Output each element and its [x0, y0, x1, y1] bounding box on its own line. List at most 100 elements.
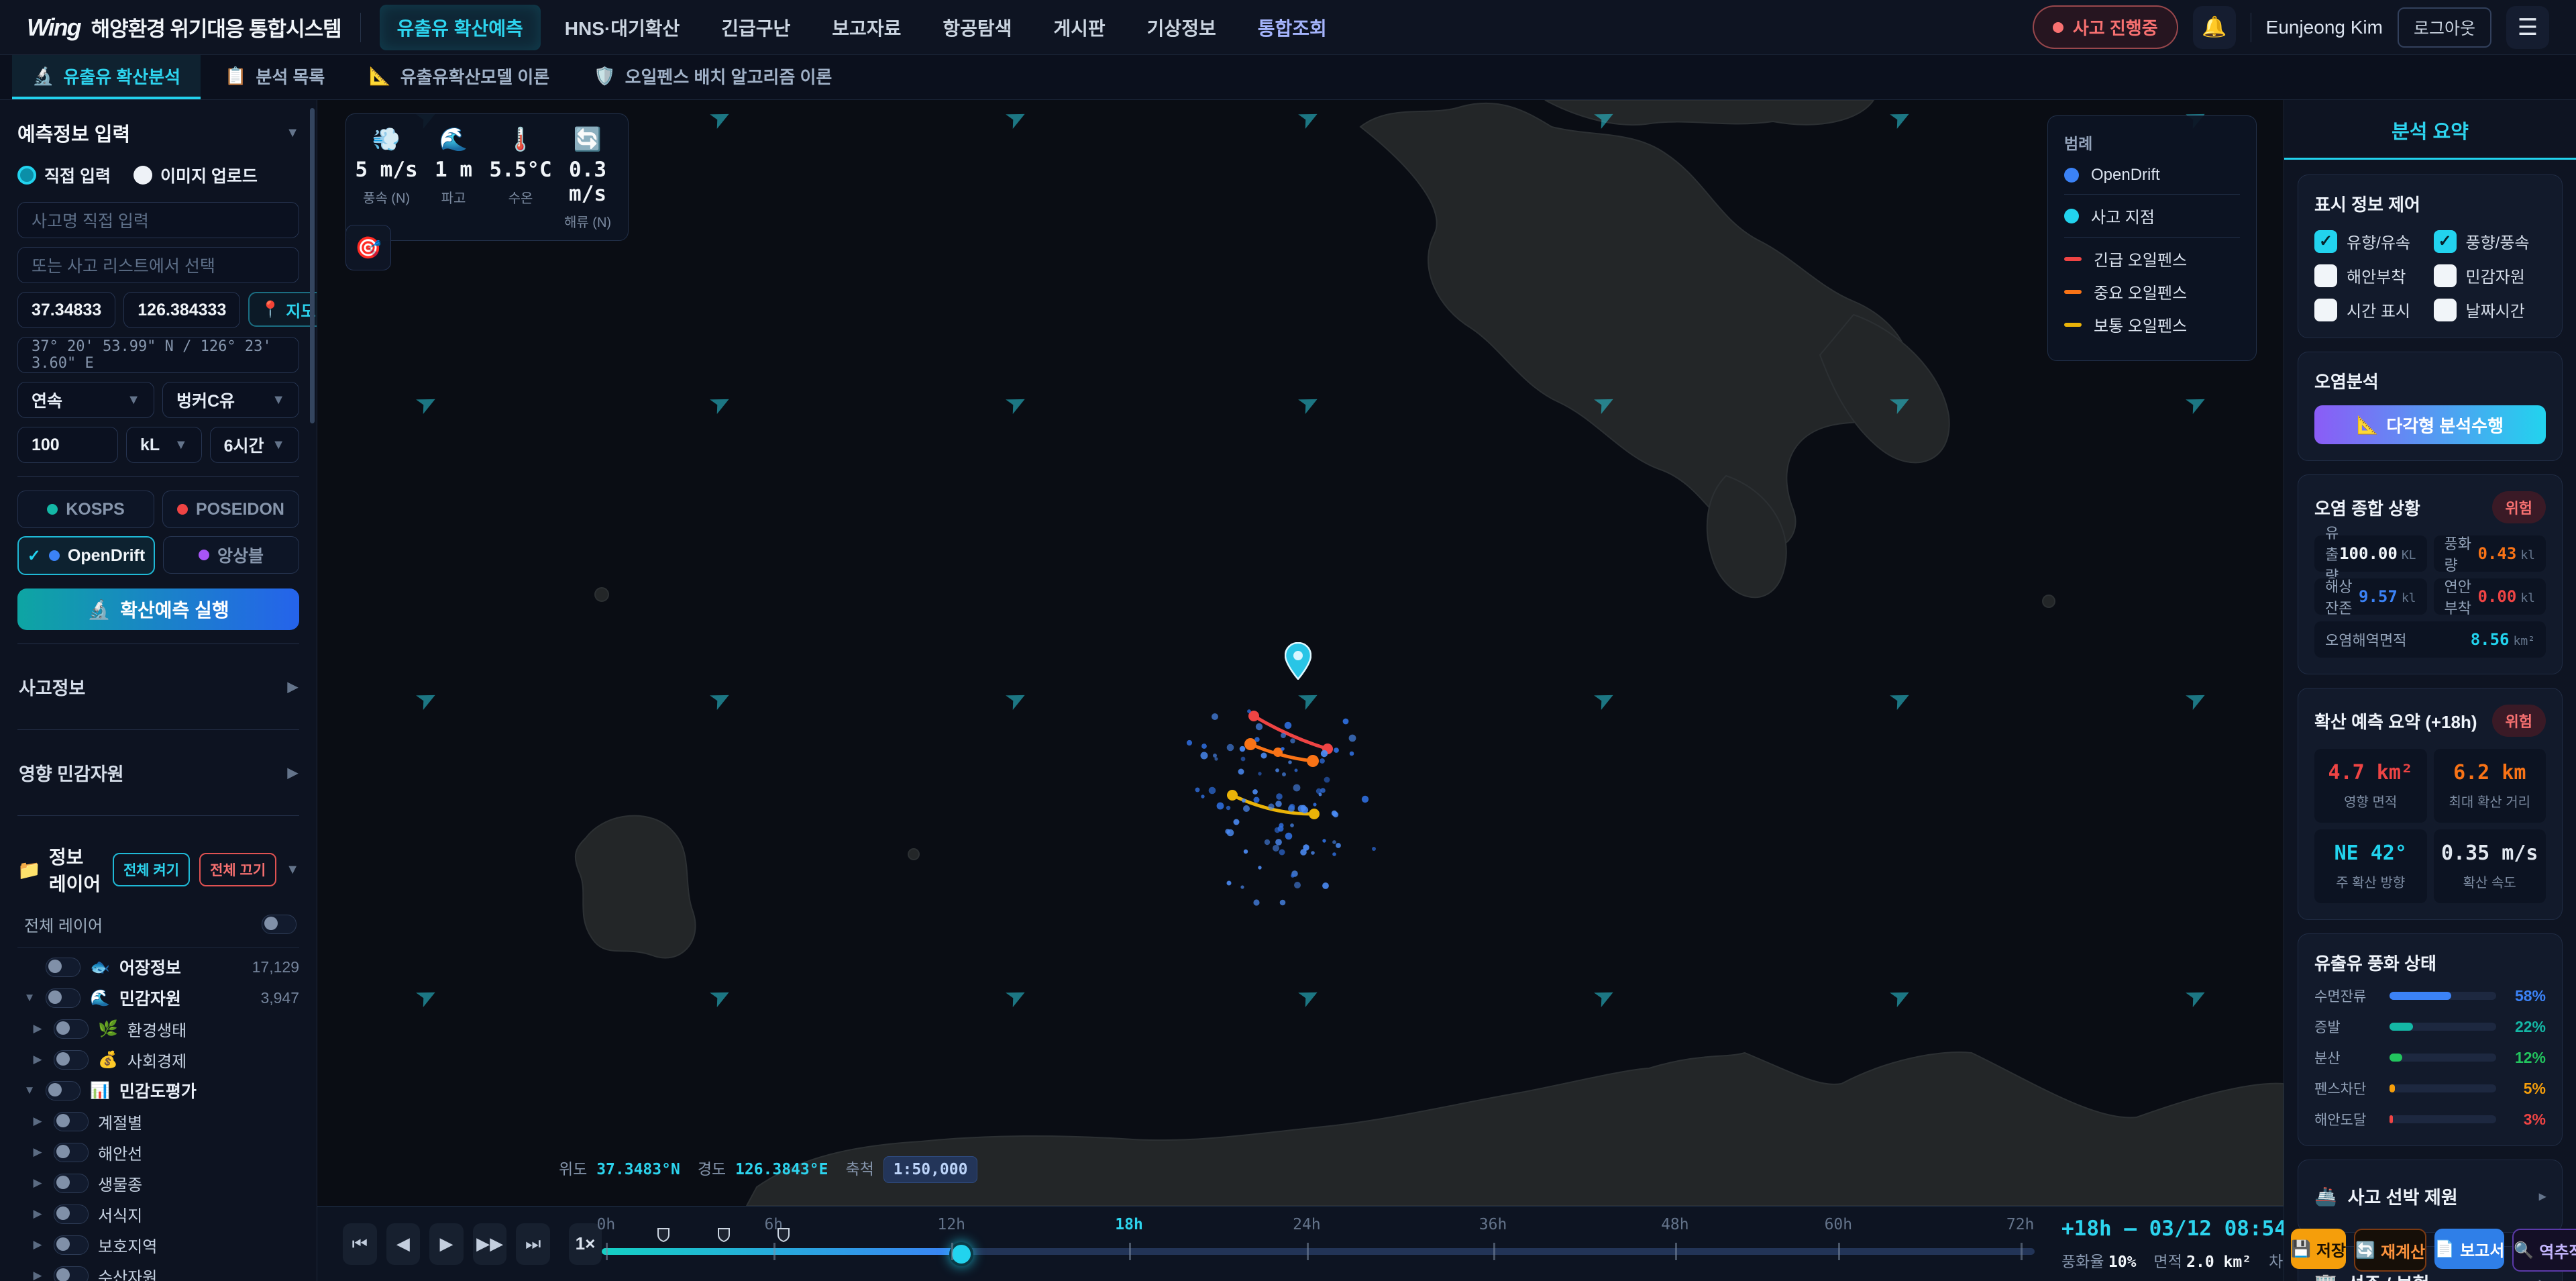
checkbox-label: 날짜시간 [2466, 298, 2525, 321]
timeline-tick [1838, 1243, 1840, 1260]
재계산-icon: 🔄 [2355, 1241, 2375, 1260]
ship-spec-card[interactable]: 🚢 사고 선박 제원 ▸ [2298, 1160, 2563, 1233]
skip-end-button[interactable]: ⏭ [516, 1223, 550, 1265]
bar-label: 증발 [2314, 1017, 2379, 1037]
layer-toggle-계절별[interactable] [54, 1112, 89, 1131]
layer-toggle-수산자원[interactable] [54, 1266, 89, 1281]
checkbox-label: 시간 표시 [2347, 298, 2410, 321]
timeline-track[interactable] [602, 1248, 2035, 1255]
nav-item-보고자료[interactable]: 보고자료 [814, 5, 918, 50]
map-canvas[interactable]: ➤➤➤➤➤➤➤➤➤➤➤➤➤➤➤➤➤➤➤➤➤➤➤➤➤➤➤➤ 💨5 m/s풍속 (N… [317, 100, 2284, 1206]
fast-forward-button[interactable]: ▶▶ [473, 1223, 507, 1265]
menu-button[interactable]: ☰ [2506, 6, 2549, 49]
action-button-보고서[interactable]: 📄보고서 [2434, 1229, 2504, 1269]
model-dot-icon [49, 550, 60, 561]
longitude-input[interactable]: 126.384333 [123, 292, 240, 328]
model-button-앙상블[interactable]: 앙상블 [163, 536, 299, 574]
incident-list-select[interactable]: 또는 사고 리스트에서 선택 [17, 247, 299, 283]
tab-유출유확산모델 이론[interactable]: 📐유출유확산모델 이론 [349, 55, 570, 99]
timeline-stat-풍화율: 풍화율 10% [2061, 1249, 2136, 1272]
checkbox-label: 민감자원 [2466, 264, 2525, 287]
latitude-input[interactable]: 37.34833 [17, 292, 115, 328]
tab-분석 목록[interactable]: 📋분석 목록 [205, 55, 345, 99]
checkbox-풍향/풍속[interactable]: ✓풍향/풍속 [2434, 229, 2546, 253]
skip-start-button[interactable]: ⏮ [343, 1223, 377, 1265]
layer-toggle-사회경제[interactable] [54, 1050, 89, 1070]
run-prediction-button[interactable]: 🔬 확산예측 실행 [17, 588, 299, 630]
model-button-KOSPS[interactable]: KOSPS [17, 491, 154, 528]
tab-오일펜스 배치 알고리즘 이론[interactable]: 🛡️오일펜스 배치 알고리즘 이론 [574, 55, 852, 99]
timeline-tick [951, 1243, 953, 1260]
caret-down-icon[interactable]: ▼ [23, 991, 36, 1005]
all-layers-off-button[interactable]: 전체 끄기 [199, 853, 276, 886]
tab-label: 오일펜스 배치 알고리즘 이론 [625, 64, 833, 89]
checkbox-해안부착[interactable]: 해안부착 [2314, 264, 2427, 287]
weather-item-수온: 🌡️5.5°C수온 [487, 126, 554, 231]
duration-select[interactable]: 6시간 ▼ [210, 427, 299, 463]
timeline-label-36h: 36h [1479, 1216, 1507, 1233]
all-layers-toggle[interactable] [262, 915, 297, 934]
layer-toggle-어장정보[interactable] [46, 958, 80, 977]
caret-right-icon[interactable]: ▶ [31, 1269, 44, 1281]
radio-direct-input[interactable]: 직접 입력 [17, 163, 111, 187]
chevron-down-icon[interactable]: ▼ [286, 125, 299, 141]
spill-type-select[interactable]: 연속 ▼ [17, 382, 154, 418]
layer-toggle-보호지역[interactable] [54, 1235, 89, 1255]
notifications-button[interactable]: 🔔 [2193, 6, 2236, 49]
tab-유출유 확산분석[interactable]: 🔬유출유 확산분석 [12, 55, 201, 99]
incident-name-input[interactable]: 사고명 직접 입력 [17, 202, 299, 238]
nav-item-항공탐색[interactable]: 항공탐색 [925, 5, 1029, 50]
forecast-cell-주 확산 방향: NE 42°주 확산 방향 [2314, 829, 2427, 903]
layer-toggle-민감도평가[interactable] [46, 1081, 80, 1100]
all-layers-on-button[interactable]: 전체 켜기 [113, 853, 190, 886]
caret-right-icon[interactable]: ▶ [31, 1207, 44, 1221]
layer-toggle-해안선[interactable] [54, 1143, 89, 1162]
nav-item-기상정보[interactable]: 기상정보 [1130, 5, 1234, 50]
action-button-재계산[interactable]: 🔄재계산 [2354, 1229, 2426, 1272]
nav-item-게시판[interactable]: 게시판 [1036, 5, 1122, 50]
pick-on-map-button[interactable]: 📍 지도 [248, 292, 317, 327]
play-button[interactable]: ▶ [429, 1223, 464, 1265]
unit-select[interactable]: kL ▼ [126, 427, 202, 463]
chevron-down-icon[interactable]: ▼ [286, 862, 299, 878]
amount-input[interactable]: 100 [17, 427, 118, 463]
radio-image-upload[interactable]: 이미지 업로드 [133, 163, 258, 187]
lon-label: 경도 [698, 1161, 726, 1178]
layer-toggle-서식지[interactable] [54, 1205, 89, 1224]
nav-item-통합조회[interactable]: 통합조회 [1240, 5, 1344, 50]
caret-down-icon[interactable]: ▼ [23, 1084, 36, 1097]
weathering-title: 유출유 풍화 상태 [2314, 950, 2546, 975]
checkbox-날짜시간[interactable]: 날짜시간 [2434, 298, 2546, 321]
checkbox-유향/유속[interactable]: ✓유향/유속 [2314, 229, 2427, 253]
caret-right-icon[interactable]: ▶ [31, 1053, 44, 1066]
nav-item-긴급구난[interactable]: 긴급구난 [704, 5, 808, 50]
nav-item-HNS·대기확산[interactable]: HNS·대기확산 [547, 5, 697, 50]
model-button-OpenDrift[interactable]: ✓OpenDrift [17, 536, 155, 575]
action-button-역추적[interactable]: 🔍역추적 [2512, 1229, 2576, 1272]
caret-right-icon[interactable]: ▶ [31, 1176, 44, 1190]
oil-type-select[interactable]: 벙커C유 ▼ [162, 382, 299, 418]
accident-info-section[interactable]: 사고정보 ▶ [17, 658, 299, 716]
layer-row-해안선: ▶해안선 [17, 1137, 299, 1168]
layer-toggle-민감자원[interactable] [46, 988, 80, 1008]
radio-image-label: 이미지 업로드 [160, 163, 258, 187]
checkbox-민감자원[interactable]: 민감자원 [2434, 264, 2546, 287]
step-back-button[interactable]: ◀ [386, 1223, 421, 1265]
impact-resources-section[interactable]: 영향 민감자원 ▶ [17, 744, 299, 802]
layer-toggle-환경생태[interactable] [54, 1019, 89, 1039]
logout-button[interactable]: 로그아웃 [2398, 7, 2491, 48]
polygon-analysis-button[interactable]: 📐 다각형 분석수행 [2314, 405, 2546, 444]
locate-incident-button[interactable]: 🎯 [345, 225, 391, 270]
layer-row-수산자원: ▶수산자원 [17, 1260, 299, 1281]
caret-right-icon[interactable]: ▶ [31, 1022, 44, 1035]
caret-right-icon[interactable]: ▶ [31, 1115, 44, 1128]
action-button-저장[interactable]: 💾저장 [2291, 1229, 2346, 1269]
incident-location-pin[interactable] [1285, 642, 1311, 680]
sidebar-scrollbar[interactable] [310, 108, 315, 423]
layer-toggle-생물종[interactable] [54, 1174, 89, 1193]
caret-right-icon[interactable]: ▶ [31, 1145, 44, 1159]
checkbox-시간 표시[interactable]: 시간 표시 [2314, 298, 2427, 321]
model-button-POSEIDON[interactable]: POSEIDON [162, 491, 299, 528]
caret-right-icon[interactable]: ▶ [31, 1238, 44, 1251]
nav-item-유출유 확산예측[interactable]: 유출유 확산예측 [380, 5, 541, 50]
